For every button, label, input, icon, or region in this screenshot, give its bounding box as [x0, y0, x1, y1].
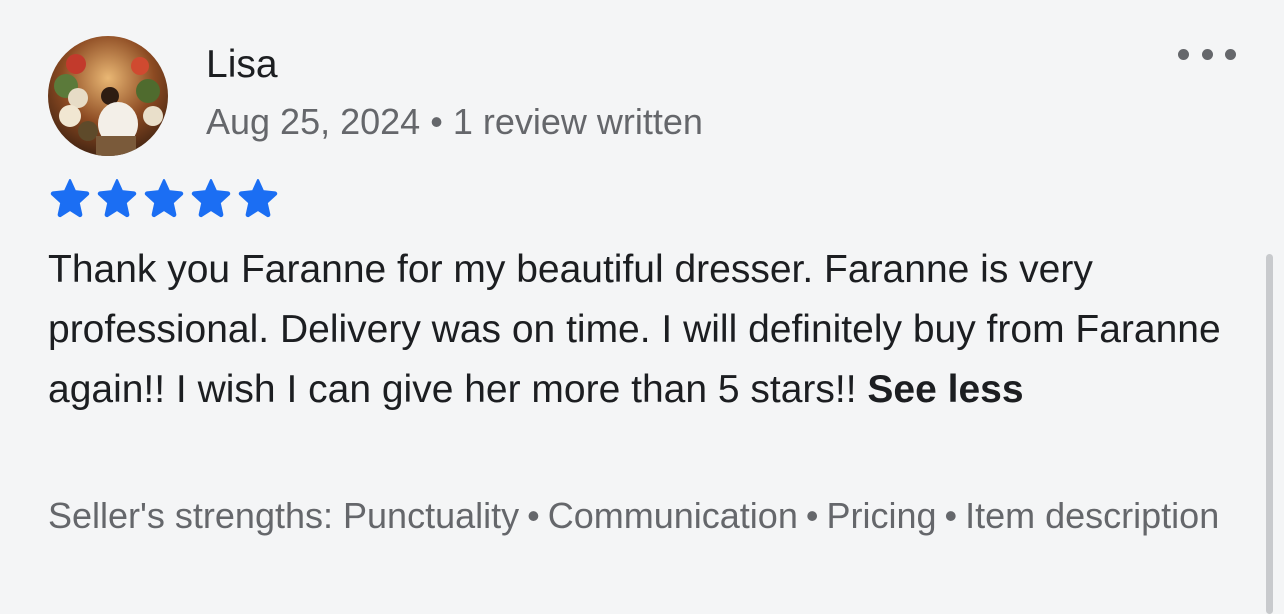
strength-item: Pricing — [826, 495, 937, 536]
review-card: Lisa Aug 25, 2024 • 1 review written Thank… — [0, 0, 1284, 614]
reviewer-name[interactable]: Lisa — [206, 40, 278, 90]
star-icon — [191, 179, 231, 218]
strength-separator: • — [805, 495, 819, 536]
star-rating — [48, 178, 280, 218]
more-horizontal-icon-dot — [1201, 48, 1213, 60]
avatar-image — [48, 36, 168, 156]
strength-item: Item description — [965, 495, 1220, 536]
star-icon — [238, 179, 278, 218]
more-options-button[interactable] — [1178, 40, 1236, 68]
avatar[interactable] — [48, 36, 168, 156]
strength-item: Punctuality — [343, 495, 520, 536]
more-horizontal-icon-dot — [1178, 48, 1189, 60]
strength-separator: • — [944, 495, 958, 536]
review-text: Thank you Faranne for my beautiful dress… — [48, 248, 1221, 411]
review-count: 1 review written — [452, 101, 703, 142]
seller-strengths: Seller's strengths: Punctuality • Communic… — [48, 492, 1248, 539]
scrollbar[interactable] — [1266, 254, 1273, 614]
strength-separator: • — [527, 495, 540, 536]
review-date: Aug 25, 2024 — [206, 101, 421, 142]
star-icon — [50, 179, 90, 218]
review-body: Thank you Faranne for my beautiful dress… — [48, 240, 1258, 420]
see-less-link[interactable]: See less — [867, 368, 1023, 411]
star-icon — [97, 179, 137, 218]
more-horizontal-icon-dot — [1225, 48, 1236, 60]
strengths-label: Seller's strengths: — [48, 495, 333, 536]
star-icon — [144, 179, 184, 218]
meta-separator: • — [430, 101, 443, 142]
strength-item: Communication — [547, 495, 798, 536]
review-meta: Aug 25, 2024 • 1 review written — [206, 98, 703, 146]
